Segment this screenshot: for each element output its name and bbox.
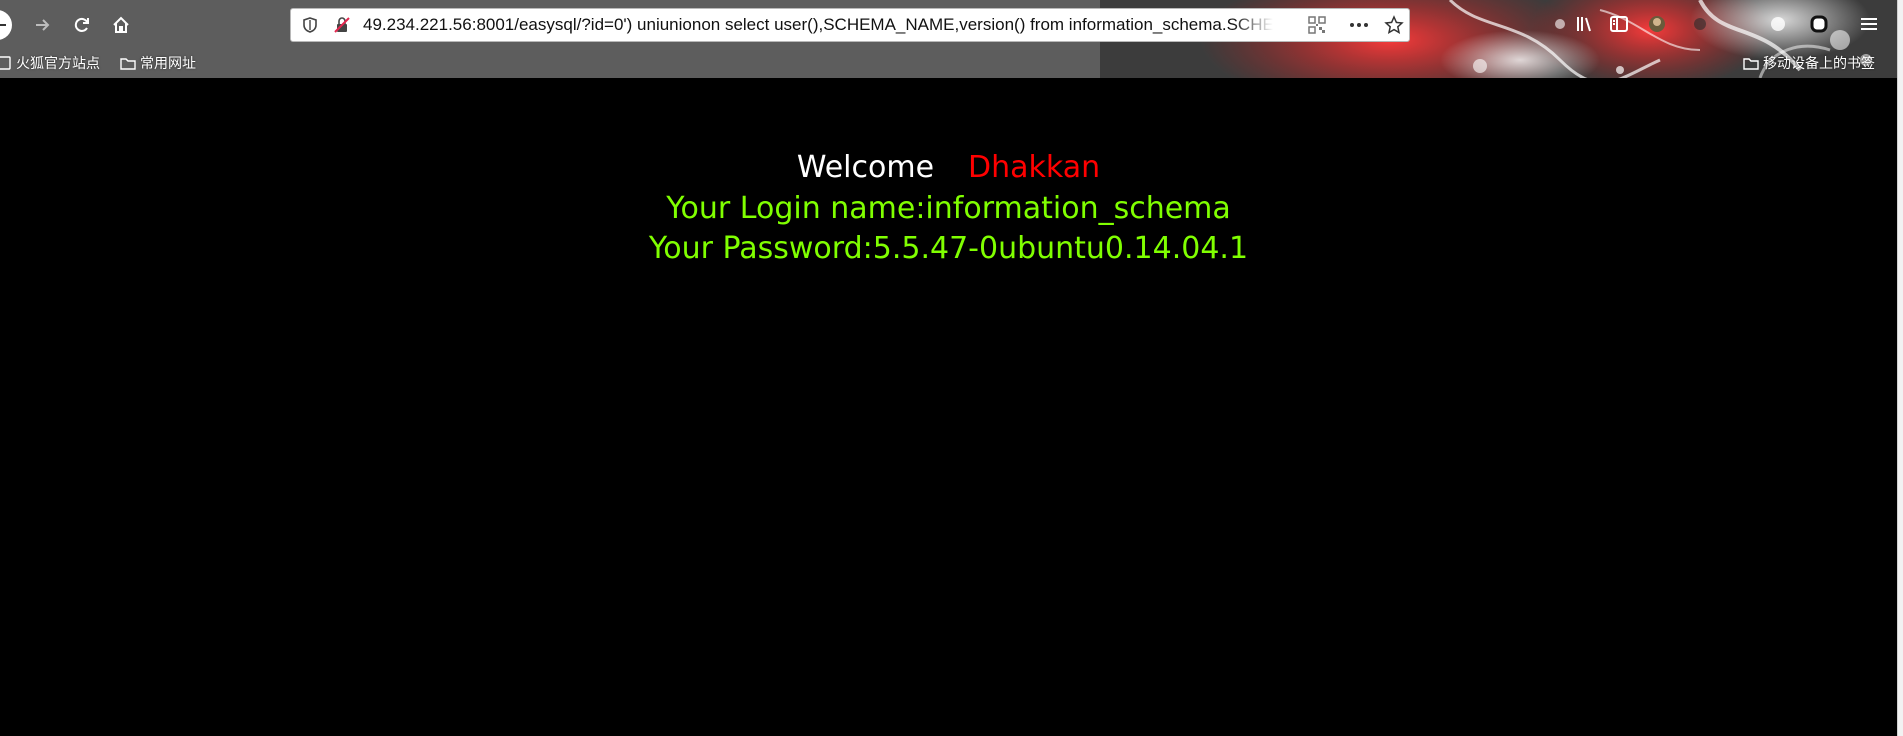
- welcome-line: Welcome Dhakkan: [0, 150, 1897, 185]
- window-edge: [1897, 0, 1903, 736]
- extension-button-4[interactable]: [1807, 12, 1831, 36]
- menu-button[interactable]: [1857, 12, 1881, 36]
- page-content: Welcome Dhakkan Your Login name:informati…: [0, 78, 1897, 736]
- login-name-text: Your Login name:information_schema: [666, 191, 1231, 226]
- extension-button-3[interactable]: [1766, 12, 1790, 36]
- password-text: Your Password:5.5.47-0ubuntu0.14.04.1: [648, 231, 1249, 266]
- arrow-right-icon: [36, 19, 50, 31]
- library-icon: [1577, 17, 1591, 32]
- back-button[interactable]: [0, 10, 20, 40]
- library-button[interactable]: [1573, 12, 1597, 36]
- extension-icon: [1694, 18, 1706, 30]
- bookmark-firefox-official[interactable]: 火狐官方站点: [0, 53, 100, 73]
- mobile-bookmarks[interactable]: 移动设备上的书签: [1743, 53, 1875, 73]
- welcome-text: Welcome: [796, 150, 935, 185]
- reload-icon: [74, 17, 89, 32]
- home-button[interactable]: [106, 10, 136, 40]
- bookmarks-toolbar: 火狐官方站点 常用网址 移动设备上的书签: [0, 50, 1897, 76]
- hamburger-menu-icon: [1861, 18, 1877, 30]
- username-text: Dhakkan: [968, 150, 1101, 185]
- sidebar-icon: [1610, 16, 1628, 32]
- extension-button[interactable]: [1645, 12, 1669, 36]
- extension-icon: [1810, 15, 1828, 33]
- extension-icon: [1771, 17, 1785, 31]
- bookmark-star-icon[interactable]: [1384, 15, 1404, 35]
- more-actions-icon[interactable]: [1348, 16, 1370, 34]
- bookmark-label: 火狐官方站点: [16, 56, 100, 72]
- page-icon: [0, 56, 11, 70]
- bookmark-common-sites[interactable]: 常用网址: [120, 53, 196, 73]
- folder-icon: [120, 58, 136, 70]
- address-bar[interactable]: 49.234.221.56:8001/easysql/?id=0') uniun…: [290, 8, 1410, 42]
- forward-button[interactable]: [27, 10, 57, 40]
- extension-button-2[interactable]: [1688, 12, 1712, 36]
- browser-toolbar: 49.234.221.56:8001/easysql/?id=0') uniun…: [0, 0, 1897, 78]
- extension-avatar-icon: [1649, 16, 1665, 32]
- home-icon: [113, 16, 129, 33]
- insecure-lock-icon[interactable]: [333, 16, 351, 34]
- qr-code-icon[interactable]: [1308, 16, 1326, 34]
- sidebar-button[interactable]: [1607, 12, 1631, 36]
- shield-icon[interactable]: [301, 16, 319, 34]
- folder-icon: [1743, 58, 1759, 70]
- mobile-bookmarks-label: 移动设备上的书签: [1763, 56, 1875, 72]
- url-text[interactable]: 49.234.221.56:8001/easysql/?id=0') uniun…: [363, 9, 1273, 41]
- bookmark-label: 常用网址: [140, 56, 196, 72]
- reload-button[interactable]: [67, 10, 97, 40]
- arrow-left-icon: [0, 24, 6, 26]
- browser-window: 49.234.221.56:8001/easysql/?id=0') uniun…: [0, 0, 1897, 736]
